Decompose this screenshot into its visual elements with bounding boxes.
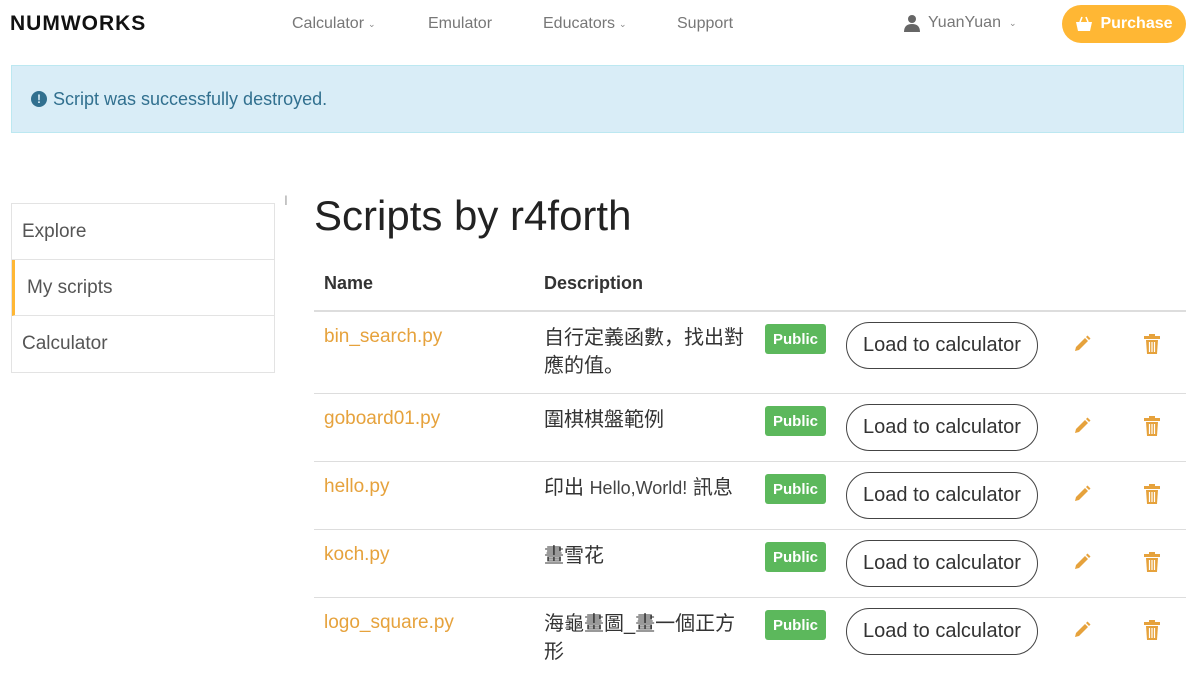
sidebar-item-my-scripts[interactable]: My scripts — [12, 260, 274, 316]
pencil-icon[interactable] — [1072, 334, 1092, 354]
site-header: NUMWORKS Calculator ⌄ Emulator Educators… — [0, 0, 1188, 52]
pencil-icon[interactable] — [1072, 416, 1092, 436]
nav-calculator[interactable]: Calculator ⌄ — [292, 15, 376, 33]
load-to-calculator-button[interactable]: Load to calculator — [846, 404, 1038, 451]
public-badge: Public — [765, 324, 826, 354]
nav-support-label: Support — [677, 15, 734, 32]
description-part: 印出 — [544, 477, 590, 499]
sidebar-nav: Explore My scripts Calculator — [11, 203, 275, 373]
script-description: 印出 Hello,World! 訊息 — [544, 474, 750, 502]
pencil-icon[interactable] — [1072, 484, 1092, 504]
script-description: 圍棋棋盤範例 — [544, 409, 664, 431]
purchase-label: Purchase — [1100, 15, 1173, 32]
nav-emulator-label: Emulator — [428, 15, 493, 32]
sidebar-item-explore[interactable]: Explore — [12, 204, 274, 260]
text-cursor-icon: I — [284, 192, 288, 208]
nav-educators-label: Educators — [543, 15, 616, 32]
page-title: Scripts by r4forth — [314, 192, 632, 239]
trash-icon[interactable] — [1143, 619, 1161, 641]
pencil-icon[interactable] — [1072, 620, 1092, 640]
user-icon — [904, 15, 920, 32]
column-header-description: Description — [544, 273, 644, 293]
sidebar-item-label: Explore — [22, 220, 87, 242]
load-to-calculator-button[interactable]: Load to calculator — [846, 472, 1038, 519]
script-description: 海龜畫圖_畫一個正方形 — [544, 613, 736, 663]
nav-support[interactable]: Support — [677, 15, 733, 33]
chevron-down-icon: ⌄ — [368, 18, 376, 29]
public-badge: Public — [765, 542, 826, 572]
nav-educators[interactable]: Educators ⌄ — [543, 15, 627, 33]
load-to-calculator-button[interactable]: Load to calculator — [846, 540, 1038, 587]
user-name: YuanYuan — [928, 14, 1001, 31]
user-menu[interactable]: YuanYuan ⌄ — [904, 14, 1017, 32]
success-alert: ! Script was successfully destroyed. — [11, 65, 1184, 133]
numworks-logo[interactable]: NUMWORKS — [10, 12, 146, 36]
alert-message: Script was successfully destroyed. — [53, 88, 328, 109]
purchase-button[interactable]: Purchase — [1062, 5, 1186, 43]
script-description: 畫雪花 — [544, 545, 604, 567]
script-name-link[interactable]: logo_square.py — [324, 612, 454, 634]
chevron-down-icon: ⌄ — [619, 18, 627, 29]
public-badge: Public — [765, 610, 826, 640]
trash-icon[interactable] — [1143, 483, 1161, 505]
load-to-calculator-button[interactable]: Load to calculator — [846, 322, 1038, 369]
script-description: 自行定義函數，找出對應的值。 — [544, 327, 744, 377]
description-part: Hello,World! — [589, 478, 688, 498]
script-name-link[interactable]: hello.py — [324, 476, 390, 498]
sidebar-item-label: Calculator — [22, 333, 108, 354]
script-name-link[interactable]: bin_search.py — [324, 326, 442, 348]
description-part: 訊息 — [687, 477, 733, 499]
exclamation-circle-icon: ! — [31, 91, 47, 107]
column-header-name: Name — [324, 273, 374, 293]
trash-icon[interactable] — [1143, 551, 1161, 573]
table-row: bin_search.py 自行定義函數，找出對應的值。 Public Load… — [314, 312, 1186, 394]
load-to-calculator-button[interactable]: Load to calculator — [846, 608, 1038, 655]
public-badge: Public — [765, 474, 826, 504]
table-row: goboard01.py 圍棋棋盤範例 Public Load to calcu… — [314, 394, 1186, 462]
script-name-link[interactable]: goboard01.py — [324, 408, 440, 430]
trash-icon[interactable] — [1143, 415, 1161, 437]
nav-emulator[interactable]: Emulator — [428, 15, 492, 33]
sidebar-item-label: My scripts — [27, 276, 113, 298]
chevron-down-icon: ⌄ — [1008, 17, 1017, 28]
sidebar-item-calculator[interactable]: Calculator — [12, 316, 274, 372]
trash-icon[interactable] — [1143, 333, 1161, 355]
table-row: logo_square.py 海龜畫圖_畫一個正方形 Public Load t… — [314, 598, 1186, 674]
table-row: hello.py 印出 Hello,World! 訊息 Public Load … — [314, 462, 1186, 530]
nav-calculator-label: Calculator — [292, 15, 365, 32]
table-row: koch.py 畫雪花 Public Load to calculator — [314, 530, 1186, 598]
pencil-icon[interactable] — [1072, 552, 1092, 572]
basket-icon — [1076, 16, 1093, 31]
public-badge: Public — [765, 406, 826, 436]
script-name-link[interactable]: koch.py — [324, 544, 389, 566]
